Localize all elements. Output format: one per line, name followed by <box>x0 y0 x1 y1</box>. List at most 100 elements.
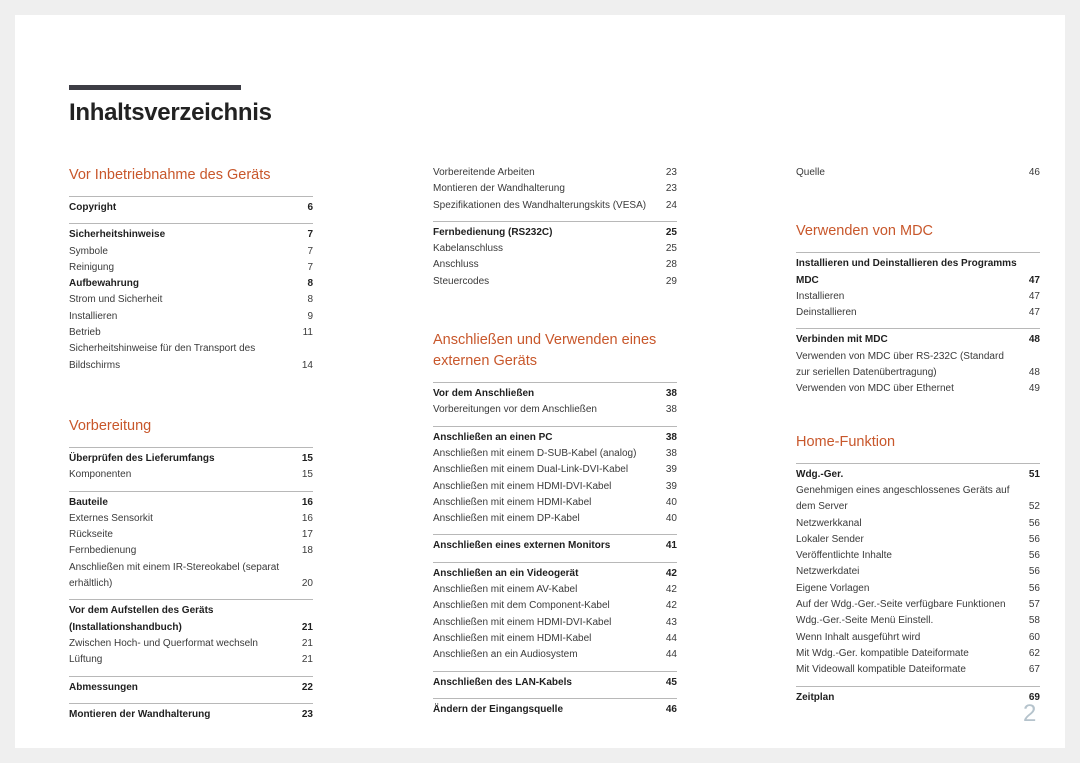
toc-entry[interactable]: Fernbedienung 18 <box>69 543 313 559</box>
entry-label: Vor dem Anschließen <box>433 388 535 400</box>
toc-entry[interactable]: Reinigung 7 <box>69 260 313 276</box>
toc-heading-entry[interactable]: Anschließen an einen PC 38 <box>433 430 677 446</box>
entry-label: Bauteile <box>69 496 108 508</box>
toc-heading-entry[interactable]: Bauteile 16 <box>69 495 313 511</box>
toc-entry[interactable]: Zwischen Hoch- und Querformat wechseln 21 <box>69 636 313 652</box>
toc-entry[interactable]: Veröffentlichte Inhalte 56 <box>796 548 1040 564</box>
entry-page-number: 67 <box>1028 664 1040 676</box>
toc-heading-entry[interactable]: Aufbewahrung 8 <box>69 276 313 292</box>
entry-page-number: 43 <box>665 616 677 628</box>
toc-entry[interactable]: Vorbereitende Arbeiten 23 <box>433 165 677 181</box>
entry-label: Wenn Inhalt ausgeführt wird <box>796 631 921 643</box>
toc-entry[interactable]: Wdg.-Ger.-Seite Menü Einstell. 58 <box>796 613 1040 629</box>
entry-label: Sicherheitshinweise für den Transport de… <box>69 343 256 371</box>
toc-entry[interactable]: Steuercodes 29 <box>433 274 677 290</box>
toc-entry[interactable]: Spezifikationen des Wandhalterungskits (… <box>433 198 677 214</box>
toc-entry[interactable]: Auf der Wdg.-Ger.-Seite verfügbare Funkt… <box>796 597 1040 613</box>
toc-heading-entry[interactable]: Installieren und Deinstallieren des Prog… <box>796 256 1040 289</box>
entry-label: Anschließen mit einem HDMI-DVI-Kabel <box>433 616 612 628</box>
entry-page-number: 57 <box>1028 599 1040 611</box>
toc-entry[interactable]: Anschließen mit einem HDMI-DVI-Kabel 43 <box>433 615 677 631</box>
toc-entry[interactable]: Symbole 7 <box>69 244 313 260</box>
toc-entry[interactable]: Installieren 9 <box>69 309 313 325</box>
toc-entry[interactable]: Anschließen mit einem HDMI-Kabel 44 <box>433 631 677 647</box>
toc-entry[interactable]: Wenn Inhalt ausgeführt wird 60 <box>796 630 1040 646</box>
toc-entry[interactable]: Netzwerkdatei 56 <box>796 564 1040 580</box>
toc-heading-entry[interactable]: Zeitplan 69 <box>796 690 1040 706</box>
entry-page-number: 58 <box>1028 615 1040 627</box>
entry-page-number: 39 <box>665 464 677 476</box>
toc-entry[interactable]: Komponenten 15 <box>69 467 313 483</box>
toc-entry[interactable]: Anschluss 28 <box>433 257 677 273</box>
entry-label: Anschließen eines externen Monitors <box>433 540 611 552</box>
entry-page-number: 38 <box>665 431 677 443</box>
toc-entry[interactable]: Anschließen mit einem Dual-Link-DVI-Kabe… <box>433 462 677 478</box>
toc-heading-entry[interactable]: Überprüfen des Lieferumfangs 15 <box>69 451 313 467</box>
toc-heading-entry[interactable]: Copyright 6 <box>69 200 313 216</box>
toc-entry[interactable]: Externes Sensorkit 16 <box>69 511 313 527</box>
entry-page-number: 14 <box>301 359 313 371</box>
toc-heading-entry[interactable]: Anschließen an ein Videogerät 42 <box>433 566 677 582</box>
toc-heading-entry[interactable]: Wdg.-Ger. 51 <box>796 467 1040 483</box>
toc-entry[interactable]: Strom und Sicherheit 8 <box>69 292 313 308</box>
toc-entry[interactable]: Mit Videowall kompatible Dateiformate 67 <box>796 662 1040 678</box>
toc-entry[interactable]: Genehmigen eines angeschlossenes Geräts … <box>796 483 1040 516</box>
toc-entry[interactable]: Netzwerkkanal 56 <box>796 516 1040 532</box>
toc-heading-entry[interactable]: Anschließen eines externen Monitors 41 <box>433 538 677 554</box>
toc-heading-entry[interactable]: Anschließen des LAN-Kabels 45 <box>433 675 677 691</box>
toc-entry[interactable]: Lüftung 21 <box>69 652 313 668</box>
toc-entry[interactable]: Anschließen mit einem HDMI-DVI-Kabel 39 <box>433 479 677 495</box>
toc-entry[interactable]: Verwenden von MDC über RS-232C (Standard… <box>796 349 1040 382</box>
toc-section: Home-Funktion Wdg.-Ger. 51 Genehmigen eines… <box>796 432 1040 706</box>
entry-page-number: 28 <box>665 259 677 271</box>
entry-label: Ändern der Eingangsquelle <box>433 703 564 715</box>
toc-entry[interactable]: Anschließen an ein Audiosystem 44 <box>433 647 677 663</box>
toc-heading-entry[interactable]: Ändern der Eingangsquelle 46 <box>433 702 677 718</box>
toc-entry[interactable]: Betrieb 11 <box>69 325 313 341</box>
toc-group: Anschließen an ein Videogerät 42 Anschließ… <box>433 561 677 664</box>
entry-page-number: 49 <box>1028 383 1040 395</box>
toc-entry[interactable]: Kabelanschluss 25 <box>433 241 677 257</box>
toc-entry[interactable]: Anschließen mit einem AV-Kabel 42 <box>433 582 677 598</box>
toc-heading-entry[interactable]: Verbinden mit MDC 48 <box>796 332 1040 348</box>
toc-entry[interactable]: Mit Wdg.-Ger. kompatible Dateiformate 62 <box>796 646 1040 662</box>
entry-label: Kabelanschluss <box>433 243 504 255</box>
entry-label: Verwenden von MDC über Ethernet <box>796 383 954 395</box>
toc-heading-entry[interactable]: Montieren der Wandhalterung 23 <box>69 707 313 723</box>
toc-heading-entry[interactable]: Vor dem Anschließen 38 <box>433 386 677 402</box>
toc-entry[interactable]: Anschließen mit einem D-SUB-Kabel (analo… <box>433 446 677 462</box>
toc-heading-entry[interactable]: Sicherheitshinweise 7 <box>69 227 313 243</box>
toc-heading-entry[interactable]: Vor dem Aufstellen des Geräts (Installat… <box>69 603 313 636</box>
toc-page: Inhaltsverzeichnis Vor Inbetriebnahme de… <box>15 15 1065 748</box>
toc-group: Ändern der Eingangsquelle 46 <box>433 697 677 718</box>
entry-page-number: 52 <box>1028 501 1040 513</box>
entry-page-number: 56 <box>1028 550 1040 562</box>
toc-entry[interactable]: Anschließen mit dem Component-Kabel 42 <box>433 598 677 614</box>
entry-label: Lokaler Sender <box>796 533 864 545</box>
toc-entry[interactable]: Eigene Vorlagen 56 <box>796 581 1040 597</box>
entry-label: Anschließen mit einem D-SUB-Kabel (analo… <box>433 447 637 459</box>
toc-entry[interactable]: Deinstallieren 47 <box>796 305 1040 321</box>
toc-section: Verwenden von MDC Installieren und Deinst… <box>796 221 1040 397</box>
toc-entry[interactable]: Anschließen mit einem IR-Stereokabel (se… <box>69 560 313 593</box>
toc-entry[interactable]: Montieren der Wandhalterung 23 <box>433 181 677 197</box>
toc-heading-entry[interactable]: Abmessungen 22 <box>69 680 313 696</box>
entry-label: Anschließen mit einem HDMI-Kabel <box>433 632 592 644</box>
entry-page-number: 42 <box>665 584 677 596</box>
toc-entry[interactable]: Anschließen mit einem DP-Kabel 40 <box>433 511 677 527</box>
toc-entry[interactable]: Quelle 46 <box>796 165 1040 181</box>
toc-entry[interactable]: Vorbereitungen vor dem Anschließen 38 <box>433 402 677 418</box>
toc-entry[interactable]: Anschließen mit einem HDMI-Kabel 40 <box>433 495 677 511</box>
toc-entry[interactable]: Installieren 47 <box>796 289 1040 305</box>
toc-entry[interactable]: Verwenden von MDC über Ethernet 49 <box>796 381 1040 397</box>
entry-label: Netzwerkkanal <box>796 517 862 529</box>
entry-label: Verwenden von MDC über RS-232C (Standard… <box>796 350 1004 379</box>
toc-section: Quelle 46 <box>796 165 1040 181</box>
toc-heading-entry[interactable]: Fernbedienung (RS232C) 25 <box>433 225 677 241</box>
entry-label: Installieren und Deinstallieren des Prog… <box>796 258 1017 286</box>
toc-entry[interactable]: Sicherheitshinweise für den Transport de… <box>69 341 313 374</box>
entry-label: Lüftung <box>69 654 103 666</box>
toc-entry[interactable]: Lokaler Sender 56 <box>796 532 1040 548</box>
toc-entry[interactable]: Rückseite 17 <box>69 527 313 543</box>
entry-page-number: 6 <box>307 202 313 213</box>
